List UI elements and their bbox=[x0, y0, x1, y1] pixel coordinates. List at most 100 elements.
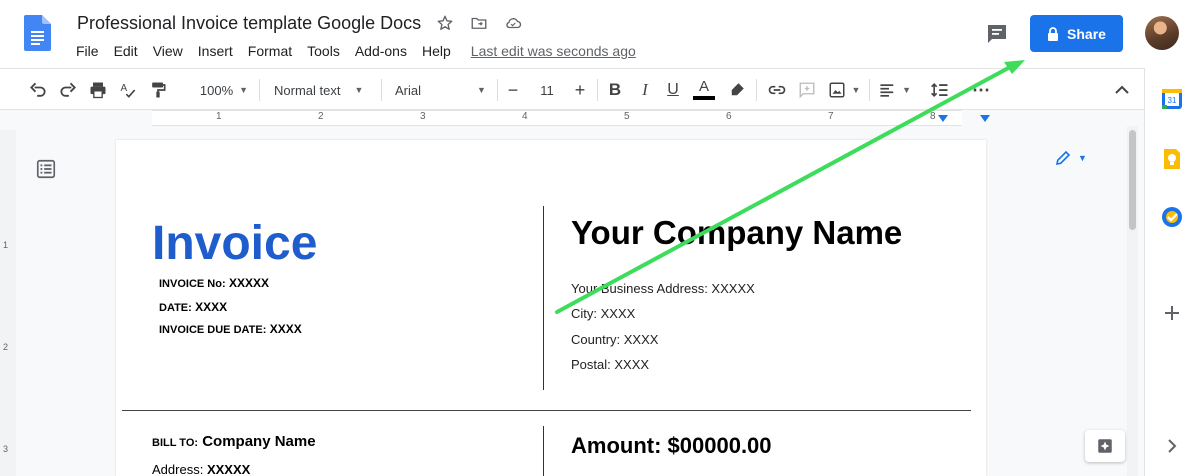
text-color-icon[interactable]: A bbox=[692, 79, 716, 101]
highlight-icon[interactable] bbox=[726, 79, 748, 101]
zoom-select[interactable]: 100% ▼ bbox=[194, 79, 254, 101]
menu-view[interactable]: View bbox=[153, 43, 183, 59]
menu-addons[interactable]: Add-ons bbox=[355, 43, 407, 59]
company-name-heading[interactable]: Your Company Name bbox=[571, 214, 902, 252]
menu-help[interactable]: Help bbox=[422, 43, 451, 59]
ruler-number: 4 bbox=[522, 111, 528, 122]
bold-icon[interactable]: B bbox=[606, 79, 624, 101]
decrease-font-size-button[interactable]: − bbox=[505, 79, 521, 101]
table-column-divider bbox=[543, 206, 544, 390]
invoice-heading[interactable]: Invoice bbox=[152, 216, 317, 271]
redo-icon[interactable] bbox=[57, 79, 79, 101]
keep-icon[interactable] bbox=[1161, 148, 1183, 170]
vertical-ruler[interactable]: 1 2 3 bbox=[0, 130, 16, 476]
toolbar-divider bbox=[259, 79, 260, 101]
spellcheck-icon[interactable]: A bbox=[117, 79, 139, 101]
font-family-select[interactable]: Arial ▼ bbox=[395, 79, 495, 101]
font-size-input[interactable]: 11 bbox=[532, 79, 562, 101]
lock-icon bbox=[1048, 26, 1059, 41]
amount-line[interactable]: Amount: $00000.00 bbox=[571, 433, 772, 459]
chevron-down-icon: ▼ bbox=[477, 85, 486, 95]
document-page[interactable] bbox=[116, 140, 986, 476]
scrollbar-thumb[interactable] bbox=[1129, 130, 1136, 230]
table-column-divider bbox=[543, 426, 544, 476]
explore-icon bbox=[1098, 439, 1112, 453]
invoice-date-line[interactable]: DATE: XXXX bbox=[159, 300, 227, 314]
menu-bar: File Edit View Insert Format Tools Add-o… bbox=[76, 42, 636, 60]
more-icon[interactable]: ⋯ bbox=[970, 79, 992, 101]
ruler-number: 7 bbox=[828, 111, 834, 122]
right-margin-marker-icon[interactable] bbox=[980, 113, 990, 123]
zoom-value: 100% bbox=[199, 82, 234, 98]
menu-file[interactable]: File bbox=[76, 43, 99, 59]
chevron-right-icon[interactable] bbox=[1161, 435, 1183, 457]
increase-font-size-button[interactable]: + bbox=[572, 79, 588, 101]
address-value: XXXXX bbox=[206, 462, 251, 476]
share-label: Share bbox=[1067, 25, 1106, 42]
chevron-down-icon: ▼ bbox=[239, 85, 249, 95]
align-icon[interactable]: ▼ bbox=[879, 79, 911, 101]
svg-text:31: 31 bbox=[1168, 96, 1177, 105]
ruler-number: 3 bbox=[3, 444, 9, 454]
invoice-number-line[interactable]: INVOICE No: XXXXX bbox=[159, 276, 269, 290]
paint-format-icon[interactable] bbox=[147, 79, 169, 101]
line-spacing-icon[interactable] bbox=[929, 79, 951, 101]
bill-to-value: Company Name bbox=[202, 433, 316, 450]
address-line[interactable]: Address: XXXXX bbox=[152, 462, 250, 476]
image-icon[interactable]: ▼ bbox=[826, 79, 862, 101]
move-folder-icon[interactable] bbox=[469, 13, 489, 33]
ruler-number: 1 bbox=[216, 111, 222, 122]
menu-format[interactable]: Format bbox=[248, 43, 292, 59]
italic-icon[interactable]: I bbox=[636, 79, 654, 101]
pencil-icon bbox=[1055, 150, 1071, 166]
comment-history-icon[interactable] bbox=[985, 22, 1009, 46]
undo-icon[interactable] bbox=[27, 79, 49, 101]
paragraph-style-select[interactable]: Normal text ▼ bbox=[274, 79, 374, 101]
style-value: Normal text bbox=[274, 82, 341, 98]
collapse-icon[interactable] bbox=[1112, 79, 1132, 101]
chevron-down-icon: ▼ bbox=[902, 85, 911, 95]
invoice-number-value: XXXXX bbox=[228, 276, 269, 290]
horizontal-ruler[interactable]: 1 2 3 4 5 6 7 8 bbox=[0, 110, 1144, 126]
bill-to-line[interactable]: BILL TO: Company Name bbox=[152, 433, 316, 450]
font-value: Arial bbox=[395, 82, 422, 98]
chevron-down-icon: ▼ bbox=[354, 85, 364, 95]
cloud-status-icon[interactable] bbox=[503, 13, 523, 33]
editing-mode-button[interactable]: ▼ bbox=[1054, 147, 1098, 169]
toolbar-divider bbox=[597, 79, 598, 101]
title-row: Professional Invoice template Google Doc… bbox=[77, 10, 523, 36]
section-divider bbox=[122, 410, 971, 411]
svg-text:A: A bbox=[121, 83, 128, 94]
menu-insert[interactable]: Insert bbox=[198, 43, 233, 59]
ruler-writing-area bbox=[152, 110, 962, 126]
share-button[interactable]: Share bbox=[1030, 15, 1123, 52]
document-outline-icon[interactable] bbox=[35, 158, 57, 180]
document-title[interactable]: Professional Invoice template Google Doc… bbox=[77, 13, 421, 34]
star-icon[interactable] bbox=[435, 13, 455, 33]
underline-icon[interactable]: U bbox=[664, 79, 682, 101]
postal-line[interactable]: Postal: XXXX bbox=[571, 357, 649, 372]
city-line[interactable]: City: XXXX bbox=[571, 306, 635, 321]
google-docs-logo-icon[interactable] bbox=[24, 15, 51, 51]
side-panel: 31 bbox=[1144, 68, 1200, 476]
calendar-icon[interactable]: 31 bbox=[1161, 88, 1183, 110]
docs-header: Professional Invoice template Google Doc… bbox=[0, 0, 1200, 68]
avatar[interactable] bbox=[1145, 16, 1179, 50]
explore-button[interactable] bbox=[1085, 430, 1125, 462]
print-icon[interactable] bbox=[87, 79, 109, 101]
vertical-scrollbar[interactable] bbox=[1127, 126, 1138, 476]
comment-icon[interactable] bbox=[796, 79, 818, 101]
right-indent-marker-icon[interactable] bbox=[938, 113, 948, 123]
link-icon[interactable] bbox=[765, 79, 789, 101]
business-address[interactable]: Your Business Address: XXXXX bbox=[571, 281, 755, 296]
last-edit-link[interactable]: Last edit was seconds ago bbox=[471, 43, 636, 59]
ruler-number: 3 bbox=[420, 111, 426, 122]
invoice-due-date-line[interactable]: INVOICE DUE DATE: XXXX bbox=[159, 322, 302, 336]
toolbar: A 100% ▼ Normal text ▼ Arial ▼ − 11 + B I U… bbox=[0, 68, 1144, 166]
menu-edit[interactable]: Edit bbox=[114, 43, 138, 59]
menu-tools[interactable]: Tools bbox=[307, 43, 340, 59]
add-icon[interactable] bbox=[1161, 302, 1183, 324]
toolbar-divider bbox=[381, 79, 382, 101]
tasks-icon[interactable] bbox=[1161, 206, 1183, 228]
country-line[interactable]: Country: XXXX bbox=[571, 332, 658, 347]
